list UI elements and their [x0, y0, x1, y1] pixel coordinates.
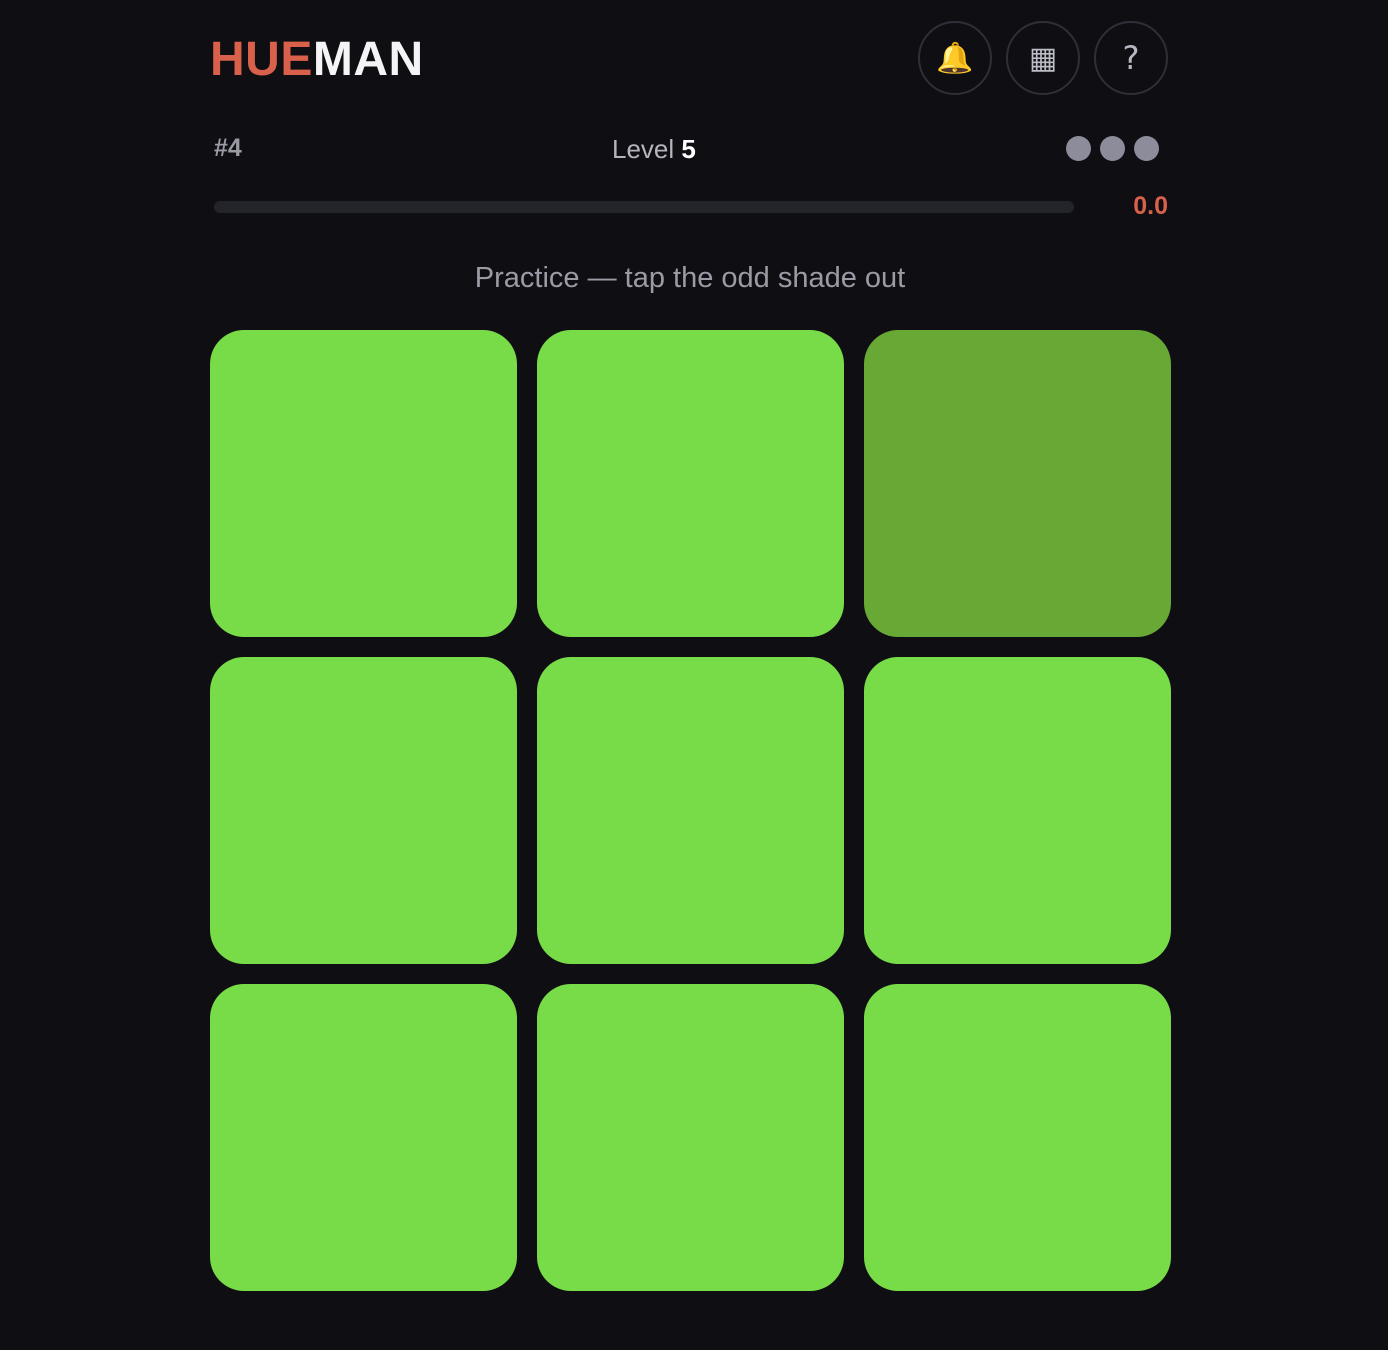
level-indicator: Level 5	[612, 134, 696, 165]
life-dot	[1100, 136, 1125, 161]
color-tile[interactable]	[210, 984, 517, 1291]
color-tile[interactable]	[537, 657, 844, 964]
calendar-button[interactable]: ▦	[1006, 21, 1080, 95]
color-grid	[210, 330, 1171, 1291]
color-tile[interactable]	[537, 984, 844, 1291]
puzzle-number: #4	[214, 134, 242, 162]
color-tile[interactable]	[210, 657, 517, 964]
instruction-text: Practice — tap the odd shade out	[474, 262, 906, 294]
logo-man: MAN	[312, 33, 424, 86]
help-button[interactable]: ?	[1094, 21, 1168, 95]
question-mark-icon: ?	[1122, 39, 1140, 77]
color-tile[interactable]	[537, 330, 844, 637]
life-dot	[1066, 136, 1091, 161]
color-tile[interactable]	[210, 330, 517, 637]
level-value: 5	[681, 134, 696, 164]
calendar-grid-icon: ▦	[1028, 41, 1058, 75]
timer-bar	[214, 201, 1074, 213]
logo: HUEMAN	[210, 34, 424, 86]
lives-indicator	[1066, 136, 1159, 161]
level-label: Level	[612, 134, 675, 164]
bell-icon: 🔔	[936, 41, 974, 75]
status-row: #4 Level 5	[210, 130, 1170, 170]
life-dot	[1134, 136, 1159, 161]
logo-hue: HUE	[210, 33, 313, 86]
notifications-button[interactable]: 🔔	[918, 21, 992, 95]
timer-value: 0.0	[1133, 192, 1168, 220]
color-tile[interactable]	[864, 984, 1171, 1291]
odd-color-tile[interactable]	[864, 330, 1171, 637]
header: HUEMAN 🔔 ▦ ?	[210, 20, 1170, 98]
game-app: HUEMAN 🔔 ▦ ? #4 Level 5 0.0 Practice — t…	[210, 0, 1171, 1350]
color-tile[interactable]	[864, 657, 1171, 964]
